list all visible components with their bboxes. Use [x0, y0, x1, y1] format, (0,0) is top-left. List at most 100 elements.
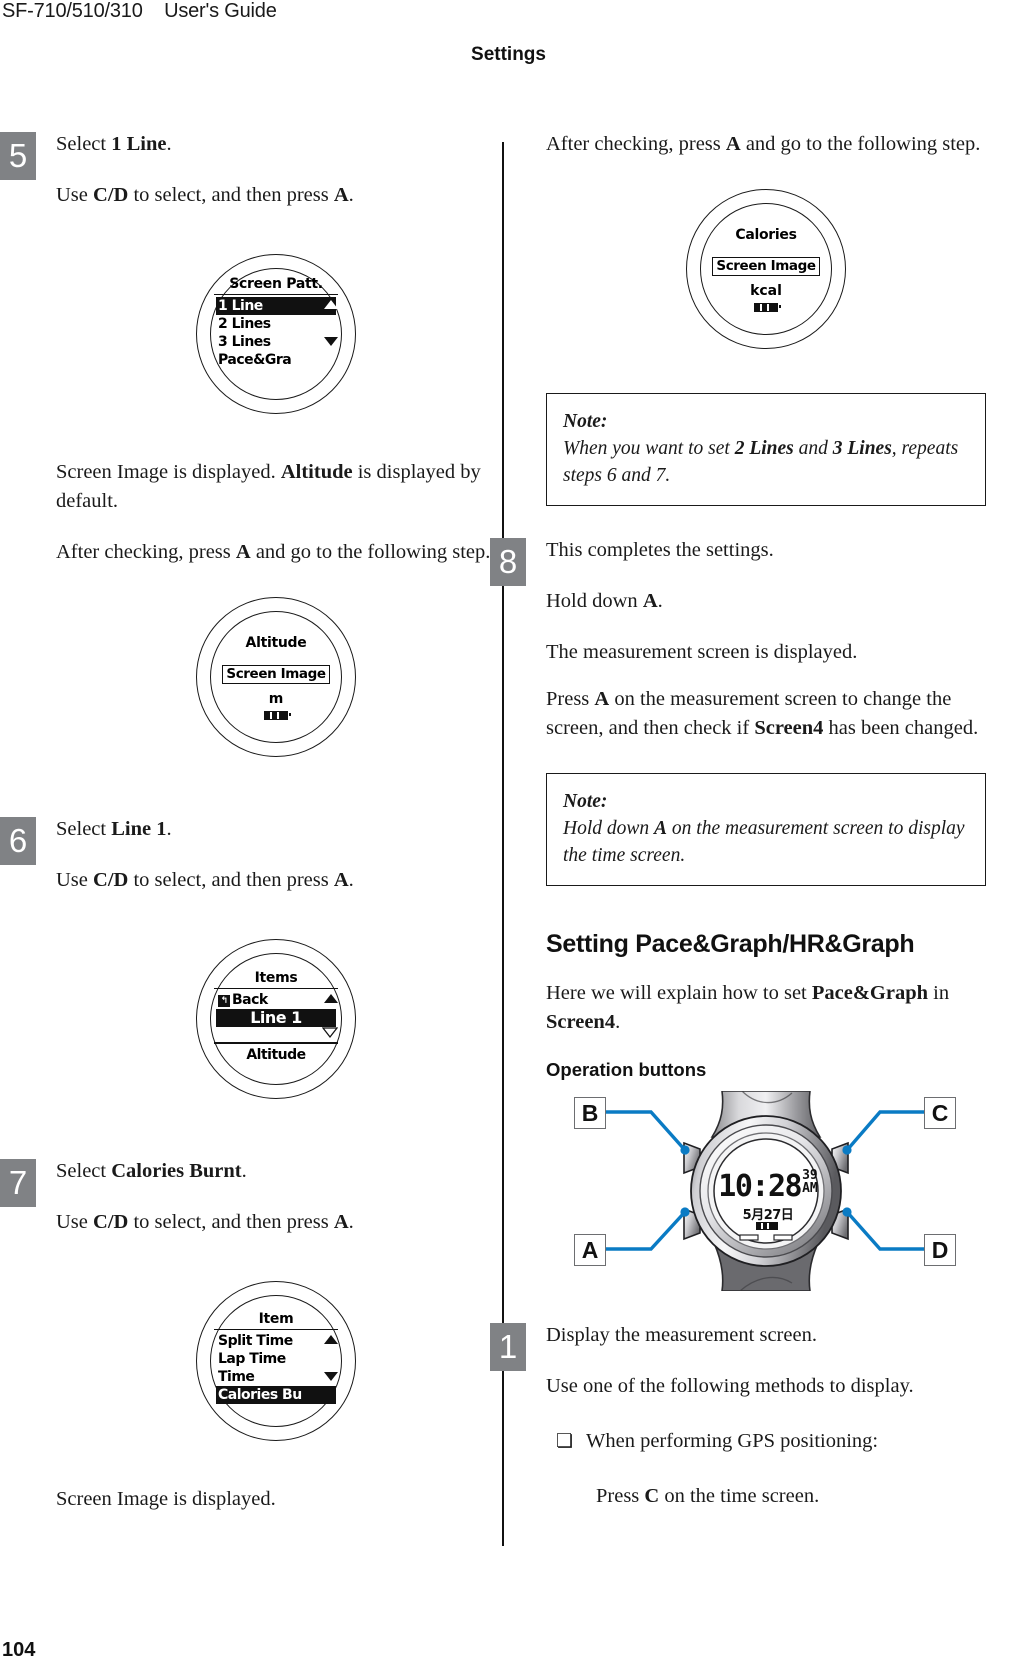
- text-bold: A: [333, 869, 349, 891]
- text-fragment: Use: [56, 869, 94, 891]
- step-8-line-1: This completes the settings.: [546, 539, 774, 561]
- lcd-title: Items: [254, 970, 298, 986]
- step-5-number: 5: [0, 132, 36, 180]
- step-6: 6 Select Line 1. Use C/D to select, and …: [0, 815, 496, 1099]
- bullet-text: When performing GPS positioning:: [586, 1430, 879, 1452]
- text-fragment: .: [166, 818, 172, 840]
- note-text: Hold down A on the measurement screen to…: [563, 818, 965, 866]
- watch-lcd-screen-pattern: Screen Patt. 1 Line 2 Lines 3 Lines Pace…: [214, 276, 338, 394]
- lcd-item-label: 1 Line: [218, 298, 263, 315]
- step-6-line-2: Use C/D to select, and then press A.: [56, 866, 496, 895]
- watch-lcd-altitude: Altitude Screen Image m: [216, 619, 336, 737]
- step-7-line-1: Select Calories Burnt.: [56, 1157, 496, 1186]
- text-bold: C/D: [93, 1211, 129, 1233]
- text-bold: A: [235, 541, 251, 563]
- lcd-menu-item-selected: Line 1: [216, 1009, 336, 1028]
- left-column: 5 Select 1 Line. Use C/D to select, and …: [0, 130, 496, 1514]
- text-fragment: and: [793, 438, 833, 459]
- lcd-title: Item: [258, 1311, 294, 1327]
- operation-buttons-subtitle: Operation buttons: [546, 1059, 707, 1080]
- step-7-closing: Screen Image is displayed.: [56, 1488, 276, 1510]
- battery-icon: [264, 711, 291, 720]
- watch-figure-item-list: Item Split Time Lap Time Time Calories B…: [196, 1281, 356, 1441]
- step-8-line-2: Hold down A.: [546, 587, 986, 616]
- lcd-menu-item: Altitude: [216, 1046, 336, 1064]
- text-fragment: to select, and then press: [128, 184, 334, 206]
- lcd-item-label: 2 Lines: [218, 316, 271, 333]
- text-bold: C/D: [93, 869, 129, 891]
- lcd-divider: [214, 294, 338, 296]
- step-7: 7 Select Calories Burnt. Use C/D to sele…: [0, 1157, 496, 1514]
- right-column: After checking, press A and go to the fo…: [490, 130, 986, 1511]
- text-bold: 1 Line: [111, 133, 167, 155]
- text-fragment: Here we will explain how to set: [546, 982, 812, 1004]
- step-1: 1 Display the measurement screen. Use on…: [490, 1321, 986, 1511]
- step-7-line-2: Use C/D to select, and then press A.: [56, 1208, 496, 1237]
- text-bold: C/D: [93, 184, 129, 206]
- step-6-line-1: Select Line 1.: [56, 815, 496, 844]
- step-1-line-1: Display the measurement screen.: [546, 1324, 817, 1346]
- lcd-menu-item-selected: Calories Bu: [216, 1386, 336, 1405]
- lcd-item-label: 3 Lines: [218, 334, 271, 351]
- text-fragment: When you want to set: [563, 438, 735, 459]
- lcd-item-label: Altitude: [246, 1046, 306, 1063]
- step-8-line-4: Press A on the measurement screen to cha…: [546, 685, 986, 743]
- watch-figure-screen-pattern: Screen Patt. 1 Line 2 Lines 3 Lines Pace…: [196, 254, 356, 414]
- text-fragment: .: [348, 1211, 354, 1233]
- watch-lcd-item-list: Item Split Time Lap Time Time Calories B…: [214, 1303, 338, 1421]
- text-fragment: After checking, press: [546, 133, 726, 155]
- lcd-title: Altitude: [245, 635, 307, 651]
- text-fragment: .: [348, 184, 354, 206]
- text-fragment: Select: [56, 818, 112, 840]
- callout-label-a: A: [574, 1234, 606, 1266]
- lcd-item-label: Time: [218, 1369, 255, 1386]
- step-1-line-2: Use one of the following methods to disp…: [546, 1375, 914, 1397]
- lcd-divider: [214, 988, 338, 990]
- watch-figure-items: Items ↰ Back Line 1 Altitude: [196, 939, 356, 1099]
- text-bold: Line 1: [111, 818, 167, 840]
- down-arrow-outline-icon: [322, 1027, 338, 1039]
- header-model-guide: SF-710/510/310 User's Guide: [2, 0, 277, 23]
- lcd-menu-item: 2 Lines: [216, 315, 336, 333]
- step-5: 5 Select 1 Line. Use C/D to select, and …: [0, 130, 496, 757]
- lcd-item-label: Calories Bu: [218, 1387, 302, 1404]
- product-figure-operation-buttons: 10:28 39 AM 5月27日 B C A D: [546, 1091, 986, 1291]
- lcd-menu-item-selected: 1 Line: [216, 297, 338, 316]
- text-fragment: .: [241, 1160, 247, 1182]
- lcd-menu-item: Lap Time: [216, 1350, 336, 1368]
- note-box-1: Note: When you want to set 2 Lines and 3…: [546, 393, 986, 506]
- callout-label-b: B: [574, 1097, 606, 1129]
- up-arrow-icon: [324, 994, 338, 1004]
- text-bold: A: [594, 688, 610, 710]
- step-8: 8 This completes the settings. Hold down…: [490, 536, 986, 743]
- step-7-number: 7: [0, 1159, 36, 1207]
- lcd-item-label: Pace&Gra: [218, 352, 292, 369]
- step-1-number: 1: [490, 1323, 526, 1371]
- lcd-menu-item: Time: [216, 1368, 338, 1386]
- text-fragment: .: [657, 590, 663, 612]
- bullet-sub-text: Press C on the time screen.: [596, 1482, 986, 1511]
- lcd-title: Screen Patt.: [229, 276, 323, 292]
- text-fragment: Select: [56, 1160, 112, 1182]
- text-bold: 3 Lines: [832, 438, 892, 459]
- text-bold: Altitude: [280, 461, 353, 483]
- bullet-item-gps: ❏ When performing GPS positioning:: [546, 1427, 986, 1456]
- text-bold: A: [654, 818, 668, 839]
- step-6-number: 6: [0, 817, 36, 865]
- text-fragment: Press: [596, 1485, 645, 1507]
- up-arrow-icon: [324, 300, 338, 310]
- lcd-item-label: Lap Time: [218, 1351, 286, 1368]
- text-bold: 2 Lines: [734, 438, 794, 459]
- text-bold: A: [333, 1211, 349, 1233]
- text-fragment: in: [928, 982, 950, 1004]
- text-bold: C: [644, 1485, 660, 1507]
- callout-label-d: D: [924, 1234, 956, 1266]
- text-fragment: .: [348, 869, 354, 891]
- text-fragment: Select: [56, 133, 112, 155]
- lcd-scroll-row: [216, 1027, 338, 1040]
- text-fragment: After checking, press: [56, 541, 236, 563]
- watch-figure-calories: Calories Screen Image kcal: [686, 189, 846, 349]
- lcd-unit: m: [268, 691, 284, 707]
- lcd-item-label: Split Time: [218, 1333, 293, 1350]
- chapter-title: Settings: [471, 44, 546, 65]
